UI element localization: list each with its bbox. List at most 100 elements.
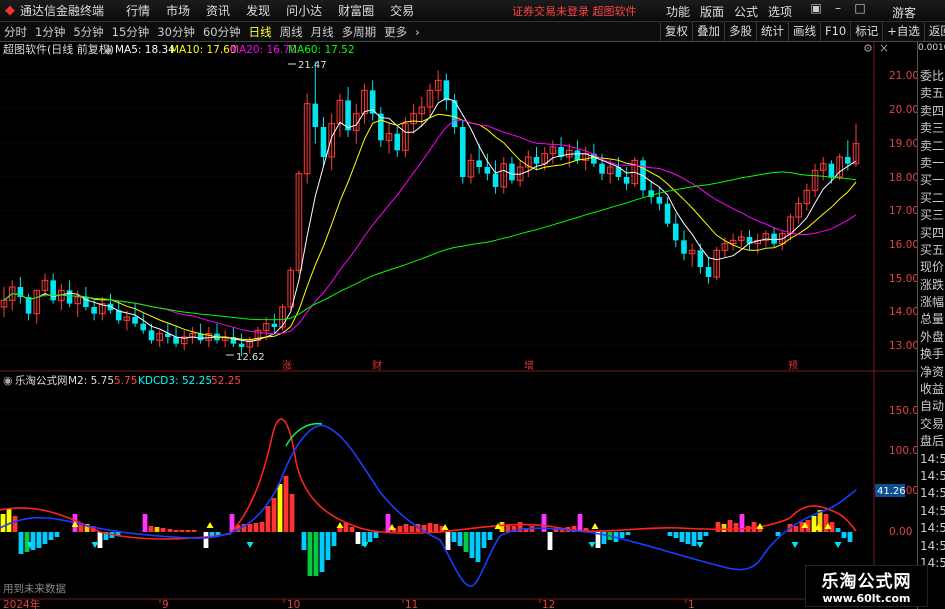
side-panel-item[interactable]: 买五: [918, 242, 945, 259]
mark-button[interactable]: 标记: [850, 22, 882, 41]
tab-15min[interactable]: 15分钟: [108, 24, 154, 40]
skin-icon[interactable]: ▣: [805, 1, 827, 15]
menu-formula[interactable]: 公式: [729, 3, 763, 20]
tab-daily[interactable]: 日线: [245, 24, 276, 40]
candle-body: [574, 150, 581, 161]
user-name[interactable]: 游客: [892, 4, 916, 21]
menu-function[interactable]: 功能: [661, 3, 695, 20]
maximize-icon[interactable]: □: [849, 1, 871, 15]
side-panel-item[interactable]: 买四: [918, 225, 945, 242]
side-panel-item[interactable]: 14:56: [918, 451, 945, 468]
side-panel-item[interactable]: 总量: [918, 311, 945, 328]
side-panel-item[interactable]: 卖一: [918, 155, 945, 172]
chevron-right-icon[interactable]: ›: [411, 25, 424, 39]
side-panel-item[interactable]: 14:56: [918, 468, 945, 485]
candle-body: [484, 167, 491, 174]
pane-close-icon[interactable]: ×: [879, 42, 889, 55]
indicator-settings-icon[interactable]: ◉: [3, 374, 13, 387]
candle-body: [533, 157, 540, 164]
tab-30min[interactable]: 30分钟: [153, 24, 199, 40]
login-notice[interactable]: 证券交易未登录 超图软件: [512, 3, 637, 19]
side-panel-item[interactable]: 14:56: [918, 538, 945, 555]
back-button[interactable]: 返回: [923, 22, 945, 41]
menu-market[interactable]: 市场: [158, 2, 198, 19]
side-panel-item[interactable]: 卖五: [918, 85, 945, 102]
side-panel-item[interactable]: 盘后: [918, 433, 945, 450]
menu-news[interactable]: 资讯: [198, 2, 238, 19]
watermark-url: www.60lt.com: [822, 592, 911, 605]
side-panel-item[interactable]: 卖三: [918, 120, 945, 137]
ma10-line: [3, 113, 857, 341]
pane-settings-icon[interactable]: ⚙: [863, 42, 873, 55]
tab-multi-period[interactable]: 多周期: [338, 24, 381, 40]
event-marker[interactable]: 预: [788, 360, 798, 372]
side-panel-item[interactable]: 现价: [918, 259, 945, 276]
event-marker[interactable]: 财: [372, 359, 382, 372]
side-panel-item[interactable]: 涨幅: [918, 294, 945, 311]
time-label: 1: [688, 599, 695, 609]
indicator-bar: [167, 529, 173, 532]
ma20-label: MA20: 16.70: [230, 44, 297, 56]
sell-signal-marker: [91, 542, 99, 548]
candle-body: [132, 317, 138, 324]
side-panel-item[interactable]: 14:56: [918, 503, 945, 520]
menu-trade[interactable]: 交易: [382, 2, 422, 19]
adjust-button[interactable]: 复权: [660, 22, 692, 41]
indicator-bar: [469, 532, 475, 558]
indicator-bar: [673, 532, 679, 538]
event-marker[interactable]: 增: [524, 359, 534, 372]
menu-wealth-circle[interactable]: 财富圈: [330, 2, 382, 19]
indicator-bar: [547, 532, 553, 550]
time-label: 9: [162, 599, 169, 609]
side-panel-item[interactable]: 自动: [918, 398, 945, 415]
tab-5min[interactable]: 5分钟: [69, 24, 107, 40]
candle-body: [697, 250, 704, 267]
time-label: 2024年: [3, 598, 40, 609]
menu-discover[interactable]: 发现: [238, 2, 278, 19]
side-panel-item[interactable]: 卖二: [918, 138, 945, 155]
indicator-bar: [173, 530, 179, 532]
chart-area[interactable]: 超图软件(日线 前复权) ◉ MA5: 18.34 MA10: 17.60 MA…: [0, 42, 917, 609]
f10-button[interactable]: F10: [820, 22, 850, 41]
side-panel-item[interactable]: 涨跌: [918, 277, 945, 294]
tab-monthly[interactable]: 月线: [307, 24, 338, 40]
side-panel-item[interactable]: 卖四: [918, 103, 945, 120]
buy-signal-marker: [206, 522, 214, 528]
side-panel-item[interactable]: 买二: [918, 190, 945, 207]
statistics-button[interactable]: 统计: [756, 22, 788, 41]
multi-stock-button[interactable]: 多股: [724, 22, 756, 41]
settings-icon[interactable]: ◉: [104, 43, 114, 56]
side-panel-item[interactable]: 交易: [918, 416, 945, 433]
side-panel-item[interactable]: 净资: [918, 364, 945, 381]
tab-intraday[interactable]: 分时: [0, 24, 31, 40]
side-panel-item[interactable]: 买三: [918, 207, 945, 224]
time-label: 11: [405, 599, 418, 609]
side-panel-item[interactable]: 14:56: [918, 520, 945, 537]
side-panel-item[interactable]: 买一: [918, 172, 945, 189]
indicator-bar: [307, 532, 313, 576]
side-panel-item[interactable]: 外盘: [918, 329, 945, 346]
menu-layout[interactable]: 版面: [695, 3, 729, 20]
side-panel-item[interactable]: 收益: [918, 381, 945, 398]
tab-more[interactable]: 更多: [380, 24, 411, 40]
indicator-bar: [142, 514, 148, 532]
draw-line-button[interactable]: 画线: [788, 22, 820, 41]
indicator-bar: [463, 532, 469, 552]
add-watchlist-button[interactable]: +自选: [882, 22, 924, 41]
minimize-icon[interactable]: –: [827, 1, 849, 15]
candle-body: [492, 173, 499, 187]
menu-ask-xiaoda[interactable]: 问小达: [278, 2, 330, 19]
sell-signal-marker: [588, 542, 596, 548]
title-bar: ◆ 通达信金融终端 行情 市场 资讯 发现 问小达 财富圈 交易 证券交易未登录…: [0, 0, 945, 22]
indicator-bar: [487, 532, 493, 540]
menu-options[interactable]: 选项: [763, 3, 797, 20]
side-panel-item[interactable]: 14:56: [918, 485, 945, 502]
overlay-button[interactable]: 叠加: [692, 22, 724, 41]
menu-quotes[interactable]: 行情: [118, 2, 158, 19]
tab-60min[interactable]: 60分钟: [199, 24, 245, 40]
event-marker[interactable]: 涨: [282, 360, 292, 372]
tab-1min[interactable]: 1分钟: [31, 24, 69, 40]
tab-weekly[interactable]: 周线: [276, 24, 307, 40]
side-panel-item[interactable]: 换手: [918, 346, 945, 363]
side-panel-item[interactable]: 委比: [918, 68, 945, 85]
